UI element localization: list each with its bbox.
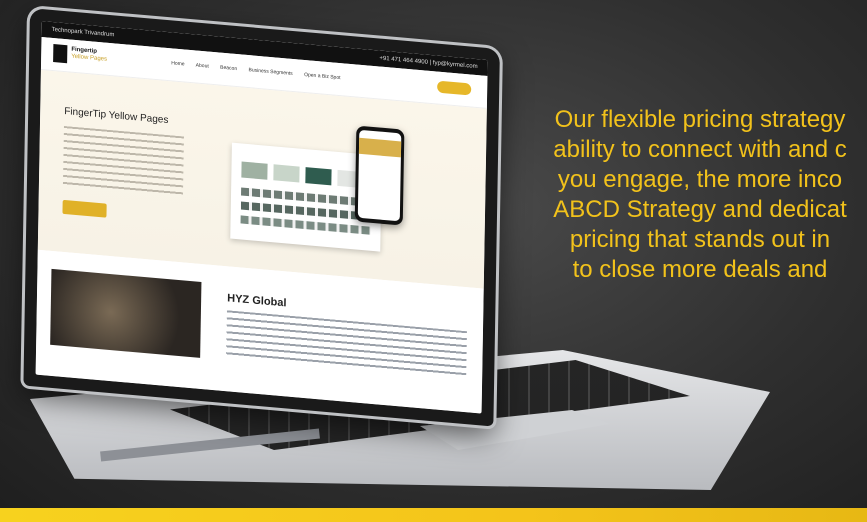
phone-screen — [357, 129, 402, 222]
mockup-tile — [305, 167, 332, 186]
read-more-button[interactable] — [62, 199, 107, 218]
nav-item-open-biz-spot[interactable]: Open a Biz Spot — [304, 72, 341, 81]
logo-icon — [53, 44, 68, 64]
mockup-tile — [273, 164, 300, 183]
nav-item-business-segments[interactable]: Business Segments — [248, 67, 292, 77]
phone-header — [358, 137, 402, 158]
hyz-copy — [226, 310, 467, 378]
laptop: Technopark Trivandrum +91 471 464 4900 |… — [0, 0, 867, 522]
stage: Our flexible pricing strategy ability to… — [0, 0, 867, 522]
laptop-screen: Technopark Trivandrum +91 471 464 4900 |… — [23, 8, 500, 427]
nav-item-home[interactable]: Home — [171, 60, 184, 67]
hero-copy — [62, 125, 184, 197]
meeting-photo — [50, 268, 202, 358]
contact-button[interactable] — [437, 80, 472, 96]
logo-subtitle: Yellow Pages — [71, 53, 108, 63]
nav-item-beacon[interactable]: Beacon — [220, 65, 237, 72]
nav-menu: Home About Beacon Business Segments Open… — [171, 60, 350, 82]
hero-title: FingerTip Yellow Pages — [64, 106, 169, 127]
bottom-yellow-band — [0, 508, 867, 522]
phone-mockup — [354, 125, 405, 226]
website-screenshot: Technopark Trivandrum +91 471 464 4900 |… — [35, 21, 488, 414]
hyz-title: HYZ Global — [227, 292, 287, 310]
nav-item-about[interactable]: About — [196, 62, 209, 69]
mockup-tile — [241, 161, 268, 180]
